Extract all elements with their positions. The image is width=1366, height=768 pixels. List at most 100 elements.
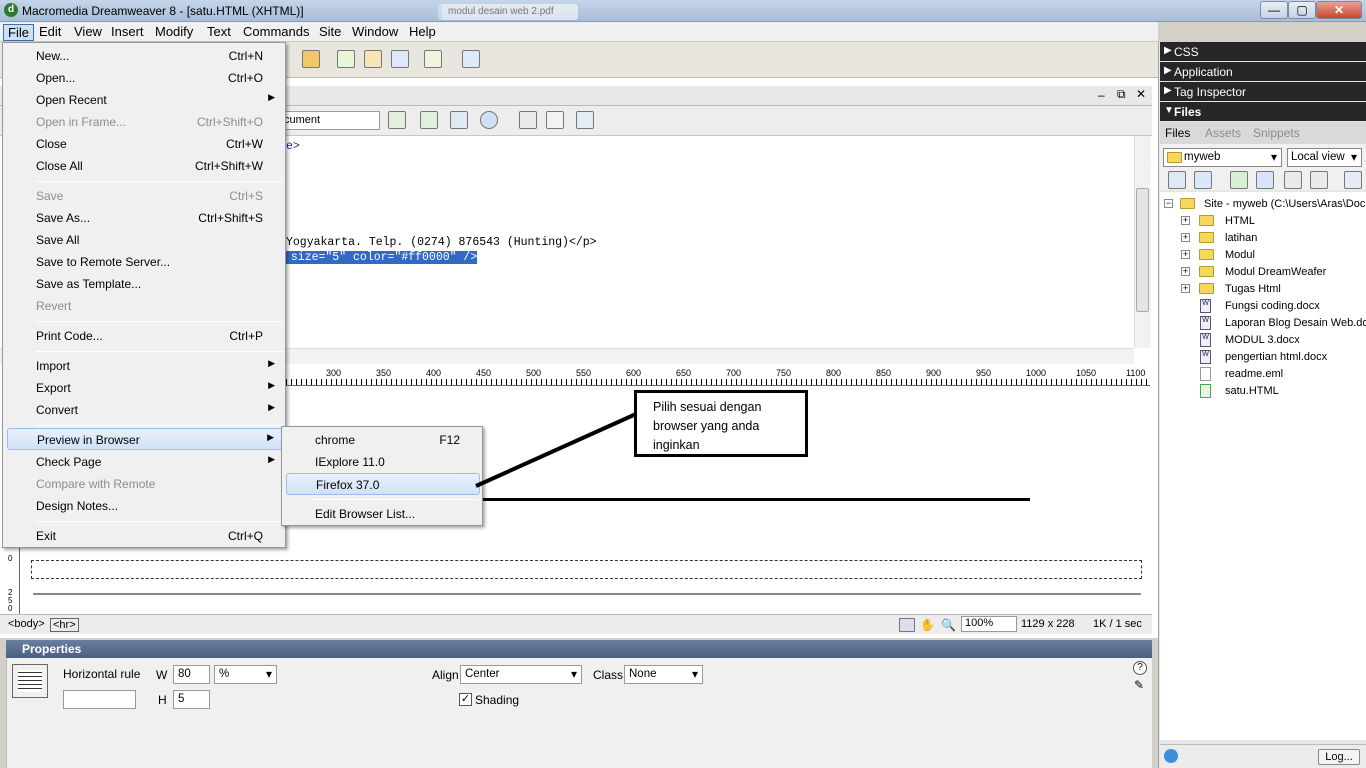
- tag-inspector-panel-header[interactable]: ▶ Tag Inspector: [1160, 82, 1366, 101]
- menu-item-save-as-template[interactable]: Save as Template...: [7, 273, 283, 295]
- expand-icon[interactable]: +: [1181, 250, 1190, 259]
- connect-icon[interactable]: [1168, 171, 1186, 189]
- zoom-select[interactable]: 100%: [961, 616, 1017, 632]
- check-out-icon[interactable]: [1284, 171, 1302, 189]
- put-files-icon[interactable]: [1256, 171, 1274, 189]
- browser-item-firefox[interactable]: Firefox 37.0: [286, 473, 480, 495]
- menu-item-close[interactable]: Close Ctrl+W: [7, 133, 283, 155]
- menu-item-import[interactable]: Import ▶: [7, 355, 283, 377]
- window-size[interactable]: 1129 x 228: [1021, 618, 1075, 630]
- menu-item-revert[interactable]: Revert: [7, 295, 283, 317]
- div-placeholder[interactable]: [31, 560, 1142, 579]
- file-management-icon[interactable]: [450, 111, 468, 129]
- close-window-button[interactable]: ✕: [1316, 1, 1362, 19]
- menu-item-convert[interactable]: Convert ▶: [7, 399, 283, 421]
- zoom-tool-icon[interactable]: 🔍: [941, 618, 956, 632]
- menu-item-save-all[interactable]: Save All: [7, 229, 283, 251]
- tree-folder[interactable]: + Modul: [1160, 247, 1366, 264]
- collapse-icon[interactable]: −: [1164, 199, 1173, 208]
- server-include-icon[interactable]: [364, 50, 382, 68]
- align-select[interactable]: Center: [460, 665, 582, 684]
- document-title-input[interactable]: cument: [280, 111, 380, 130]
- expand-icon[interactable]: +: [1181, 216, 1190, 225]
- quick-tag-edit-icon[interactable]: ✎: [1134, 678, 1144, 692]
- refresh-icon[interactable]: [1194, 171, 1212, 189]
- css-panel-header[interactable]: ▶ CSS: [1160, 42, 1366, 61]
- hand-tool-icon[interactable]: ✋: [920, 618, 935, 632]
- validate-icon[interactable]: [388, 111, 406, 129]
- get-files-icon[interactable]: [1230, 171, 1248, 189]
- browser-item-edit-list[interactable]: Edit Browser List...: [286, 503, 480, 525]
- height-input[interactable]: 5: [173, 690, 210, 709]
- tab-files[interactable]: Files: [1165, 126, 1190, 140]
- tree-file[interactable]: readme.eml: [1160, 366, 1366, 383]
- tab-snippets[interactable]: Snippets: [1253, 126, 1300, 140]
- refresh-icon[interactable]: [519, 111, 537, 129]
- view-select[interactable]: Local view: [1287, 148, 1362, 167]
- tree-file[interactable]: Wpengertian html.docx: [1160, 349, 1366, 366]
- browser-item-chrome[interactable]: chrome F12: [286, 429, 480, 451]
- maximize-button[interactable]: ▢: [1288, 1, 1316, 19]
- menu-item-export[interactable]: Export ▶: [7, 377, 283, 399]
- tree-folder[interactable]: + Modul DreamWeafer: [1160, 264, 1366, 281]
- menu-item-check-page[interactable]: Check Page ▶: [7, 451, 283, 473]
- help-icon[interactable]: ?: [1133, 661, 1147, 675]
- tab-assets[interactable]: Assets: [1205, 126, 1241, 140]
- tag-selector-hr[interactable]: <hr>: [50, 618, 79, 632]
- browser-item-iexplore[interactable]: IExplore 11.0: [286, 451, 480, 473]
- menu-item-preview-in-browser[interactable]: Preview in Browser ▶: [7, 428, 283, 450]
- menu-help[interactable]: Help: [405, 24, 440, 41]
- tag-selector-body[interactable]: <body>: [8, 618, 45, 630]
- menu-item-print-code[interactable]: Print Code... Ctrl+P: [7, 325, 283, 347]
- menu-modify[interactable]: Modify: [151, 24, 197, 41]
- menu-item-exit[interactable]: Exit Ctrl+Q: [7, 525, 283, 547]
- menu-item-save[interactable]: Save Ctrl+S: [7, 185, 283, 207]
- log-button[interactable]: Log...: [1318, 749, 1360, 765]
- minimize-button[interactable]: —: [1260, 1, 1288, 19]
- view-options-icon[interactable]: [546, 111, 564, 129]
- doc-close-icon[interactable]: ✕: [1136, 87, 1146, 101]
- image-icon[interactable]: [302, 50, 320, 68]
- application-panel-header[interactable]: ▶ Application: [1160, 62, 1366, 81]
- expand-icon[interactable]: +: [1181, 284, 1190, 293]
- expand-icon[interactable]: +: [1181, 233, 1190, 242]
- doc-minimize-icon[interactable]: –: [1098, 88, 1105, 102]
- menu-item-open-recent[interactable]: Open Recent ▶: [7, 89, 283, 111]
- shading-checkbox[interactable]: ✓: [459, 693, 472, 706]
- files-panel-header[interactable]: ▼ Files: [1160, 102, 1366, 121]
- expand-panel-icon[interactable]: [1344, 171, 1362, 189]
- hr-id-input[interactable]: [63, 690, 136, 709]
- menu-insert[interactable]: Insert: [107, 24, 148, 41]
- tree-file[interactable]: W Fungsi coding.docx: [1160, 298, 1366, 315]
- tree-file[interactable]: W MODUL 3.docx: [1160, 332, 1366, 349]
- tree-file[interactable]: W Laporan Blog Desain Web.do: [1160, 315, 1366, 332]
- menu-item-open[interactable]: Open... Ctrl+O: [7, 67, 283, 89]
- select-tool-icon[interactable]: [899, 618, 915, 632]
- doc-restore-icon[interactable]: ⧉: [1117, 87, 1126, 102]
- menu-commands[interactable]: Commands: [239, 24, 313, 41]
- menu-item-design-notes[interactable]: Design Notes...: [7, 495, 283, 517]
- horizontal-rule-element[interactable]: [33, 593, 1141, 595]
- menu-window[interactable]: Window: [348, 24, 402, 41]
- menu-item-save-to-remote[interactable]: Save to Remote Server...: [7, 251, 283, 273]
- date-icon[interactable]: [337, 50, 355, 68]
- menu-edit[interactable]: Edit: [35, 24, 65, 41]
- tag-chooser-icon[interactable]: [462, 50, 480, 68]
- visual-aids-icon[interactable]: [576, 111, 594, 129]
- tree-folder[interactable]: + latihan: [1160, 230, 1366, 247]
- tree-file[interactable]: satu.HTML: [1160, 383, 1366, 400]
- preview-globe-icon[interactable]: [480, 111, 498, 129]
- code-scroll-thumb[interactable]: [1136, 188, 1149, 312]
- menu-item-open-in-frame[interactable]: Open in Frame... Ctrl+Shift+O: [7, 111, 283, 133]
- class-select[interactable]: None: [624, 665, 703, 684]
- tree-folder[interactable]: + HTML: [1160, 213, 1366, 230]
- width-unit-select[interactable]: %: [214, 665, 277, 684]
- menu-item-new[interactable]: New... Ctrl+N: [7, 45, 283, 67]
- menu-text[interactable]: Text: [203, 24, 235, 41]
- menu-item-save-as[interactable]: Save As... Ctrl+Shift+S: [7, 207, 283, 229]
- menu-item-compare-with-remote[interactable]: Compare with Remote: [7, 473, 283, 495]
- properties-header[interactable]: Properties: [6, 640, 1152, 658]
- browser-check-icon[interactable]: [420, 111, 438, 129]
- comment-icon[interactable]: [391, 50, 409, 68]
- tree-root[interactable]: − Site - myweb (C:\Users\Aras\Doc: [1160, 196, 1366, 213]
